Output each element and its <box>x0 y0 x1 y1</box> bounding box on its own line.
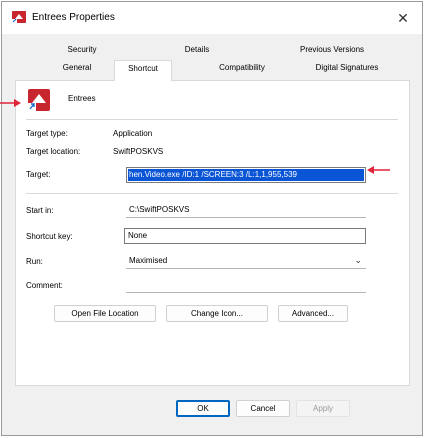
tab-general[interactable]: General <box>52 63 102 72</box>
run-select[interactable]: Maximised ⌄ <box>126 253 366 269</box>
target-location-label: Target location: <box>26 147 81 156</box>
target-type-label: Target type: <box>26 129 68 138</box>
run-label: Run: <box>26 257 43 266</box>
start-in-input[interactable]: C:\SwiftPOSKVS <box>126 202 366 218</box>
run-select-text: Maximised <box>129 256 168 265</box>
tab-previous-versions[interactable]: Previous Versions <box>287 45 377 54</box>
ok-button[interactable]: OK <box>176 400 230 417</box>
dialog-client: Security Details Previous Versions Gener… <box>2 34 422 435</box>
title-bar: Entrees Properties ✕ <box>2 2 422 34</box>
start-in-label: Start in: <box>26 206 54 215</box>
separator <box>26 119 398 120</box>
properties-window: Entrees Properties ✕ Security Details Pr… <box>1 1 423 436</box>
shortcut-key-input[interactable]: None <box>124 228 366 244</box>
shortcut-key-label: Shortcut key: <box>26 232 73 241</box>
close-icon[interactable]: ✕ <box>390 6 416 30</box>
target-location-value: SwiftPOSKVS <box>113 147 164 156</box>
tab-digital-signatures[interactable]: Digital Signatures <box>302 63 392 72</box>
annotation-arrow-icon <box>0 99 21 107</box>
target-input-text: hen.Video.exe /ID:1 /SCREEN:3 /L:1,1,955… <box>129 170 297 179</box>
tab-compatibility[interactable]: Compatibility <box>202 63 282 72</box>
shortcut-tab-pane: Entrees Target type: Application Target … <box>15 80 410 386</box>
comment-label: Comment: <box>26 281 63 290</box>
open-file-location-button[interactable]: Open File Location <box>54 305 156 322</box>
target-label: Target: <box>26 170 51 179</box>
tab-shortcut[interactable]: Shortcut <box>114 60 172 81</box>
comment-input[interactable] <box>126 277 366 293</box>
advanced-button[interactable]: Advanced... <box>278 305 348 322</box>
target-type-value: Application <box>113 129 153 138</box>
app-shortcut-icon <box>28 89 50 111</box>
window-title: Entrees Properties <box>32 12 115 23</box>
target-input[interactable]: hen.Video.exe /ID:1 /SCREEN:3 /L:1,1,955… <box>126 167 366 183</box>
app-shortcut-icon <box>12 11 26 23</box>
start-in-text: C:\SwiftPOSKVS <box>129 205 190 214</box>
chevron-down-icon: ⌄ <box>354 255 362 265</box>
apply-button[interactable]: Apply <box>296 400 350 417</box>
tab-details[interactable]: Details <box>172 45 222 54</box>
change-icon-button[interactable]: Change Icon... <box>166 305 268 322</box>
separator <box>26 193 398 194</box>
annotation-arrow-icon <box>367 166 390 174</box>
cancel-button[interactable]: Cancel <box>236 400 290 417</box>
shortcut-key-text: None <box>128 231 148 240</box>
tab-security[interactable]: Security <box>52 45 112 54</box>
shortcut-name-label: Entrees <box>68 94 96 103</box>
